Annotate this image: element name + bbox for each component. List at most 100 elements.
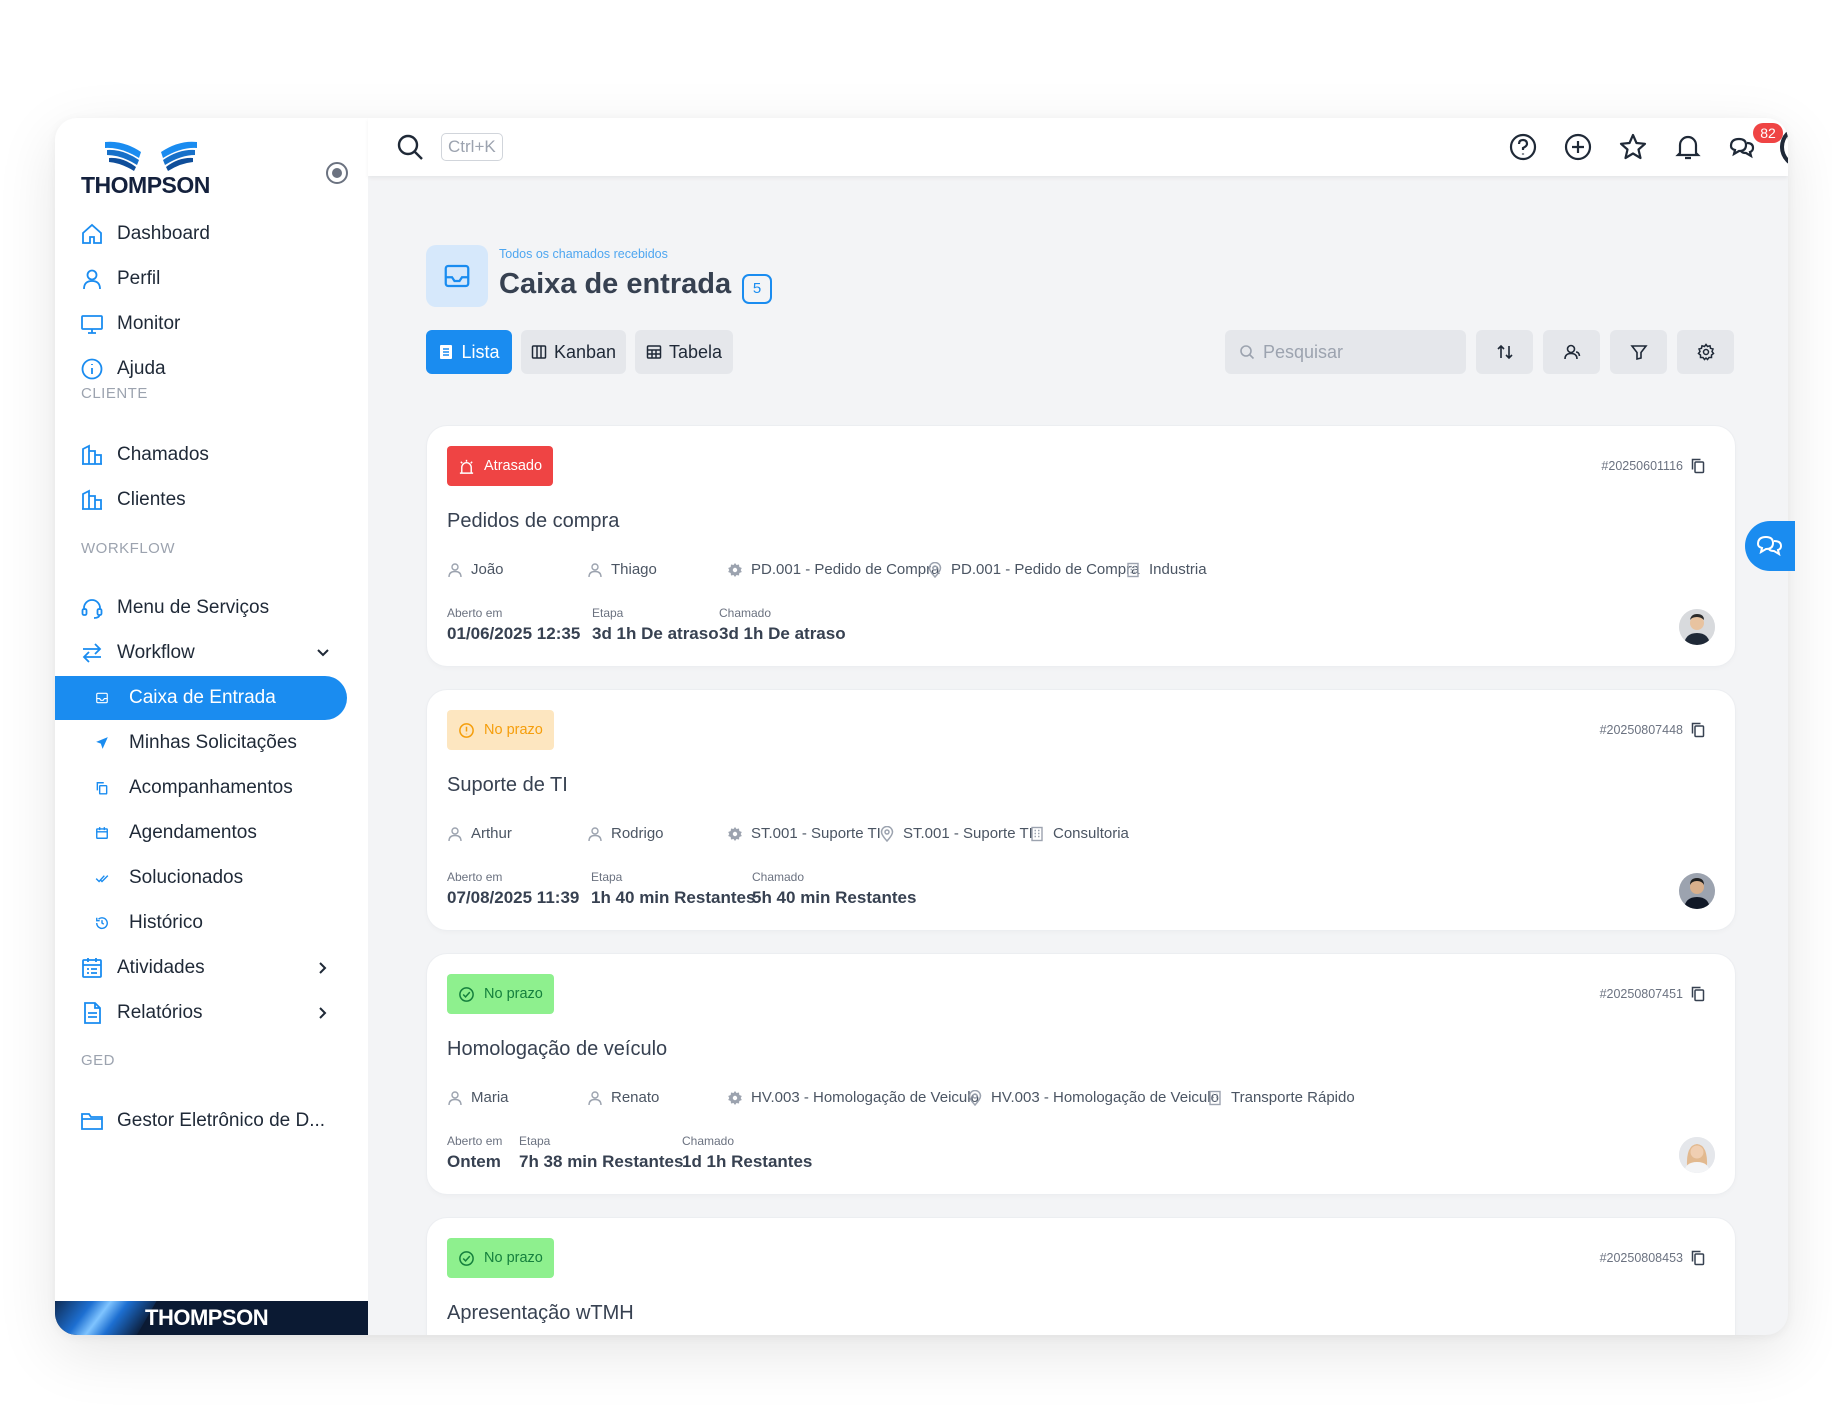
sidebar-item-label: Minhas Solicitações xyxy=(129,732,297,753)
sidebar-item-label: Relatórios xyxy=(117,1002,203,1023)
add-icon[interactable] xyxy=(1563,132,1593,162)
assignee-avatar[interactable] xyxy=(1679,1137,1715,1173)
ticket-title[interactable]: Pedidos de compra xyxy=(447,510,619,533)
inbox-icon xyxy=(89,685,115,711)
star-icon[interactable] xyxy=(1618,132,1648,162)
sidebar: THOMPSON Dashboard Perfil Monitor Ajuda … xyxy=(55,118,368,1335)
help-icon[interactable] xyxy=(1508,132,1538,162)
sidebar-item-monitor[interactable]: Monitor xyxy=(55,302,345,346)
view-table-button[interactable]: Tabela xyxy=(635,330,733,374)
status-label: Atrasado xyxy=(484,458,543,474)
ticket-id-text: #20250807448 xyxy=(1599,723,1683,737)
view-list-button[interactable]: Lista xyxy=(426,330,512,374)
sidebar-item-perfil[interactable]: Perfil xyxy=(55,257,345,301)
assignee-name: Rodrigo xyxy=(611,825,664,842)
ticket-title[interactable]: Suporte de TI xyxy=(447,774,568,797)
sidebar-item-chamados[interactable]: Chamados xyxy=(55,433,345,477)
home-icon xyxy=(79,221,105,247)
chat-fab-button[interactable] xyxy=(1745,521,1795,571)
ticket-title[interactable]: Homologação de veículo xyxy=(447,1038,667,1061)
ticket-card[interactable]: No prazo #20250808453 Apresentação wTMH xyxy=(427,1218,1735,1335)
company-building-icon xyxy=(1209,1090,1221,1105)
assignee-avatar[interactable] xyxy=(1679,873,1715,909)
chevron-down-icon xyxy=(317,649,329,657)
monitor-icon xyxy=(79,311,105,337)
sidebar-item-agendamentos[interactable]: Agendamentos xyxy=(55,811,345,855)
sidebar-item-gestor-eletronico[interactable]: Gestor Eletrônico de D... xyxy=(55,1099,345,1143)
ticket-title[interactable]: Apresentação wTMH xyxy=(447,1302,634,1325)
sidebar-item-minhas-solicitacoes[interactable]: Minhas Solicitações xyxy=(55,721,345,765)
stage-value: 3d 1h De atraso xyxy=(592,624,719,643)
sidebar-item-relatorios[interactable]: Relatórios xyxy=(55,991,345,1035)
sidebar-collapse-toggle[interactable] xyxy=(326,162,348,184)
page-inbox-icon xyxy=(426,245,488,307)
search-icon[interactable] xyxy=(396,133,424,161)
send-icon xyxy=(89,730,115,756)
alarm-icon xyxy=(459,459,474,474)
company-name: Consultoria xyxy=(1053,825,1129,842)
sidebar-item-atividades[interactable]: Atividades xyxy=(55,946,345,990)
chat-icon[interactable] xyxy=(1727,132,1757,162)
ticket-card[interactable]: No prazo #20250807451 Homologação de veí… xyxy=(427,954,1735,1194)
view-kanban-button[interactable]: Kanban xyxy=(521,330,626,374)
sort-button[interactable] xyxy=(1476,330,1533,374)
sidebar-item-dashboard[interactable]: Dashboard xyxy=(55,212,345,256)
breadcrumb[interactable]: Todos os chamados recebidos xyxy=(499,247,668,261)
search-icon xyxy=(1240,345,1255,360)
calendar-icon xyxy=(89,820,115,846)
folder-icon xyxy=(79,1108,105,1134)
user-icon xyxy=(588,1090,602,1105)
status-badge: Atrasado xyxy=(447,446,554,486)
search-shortcut[interactable]: Ctrl+K xyxy=(441,133,503,161)
sidebar-item-historico[interactable]: Histórico xyxy=(55,901,345,945)
status-badge: No prazo xyxy=(447,1238,554,1278)
sidebar-item-solucionados[interactable]: Solucionados xyxy=(55,856,345,900)
copy-icon xyxy=(89,775,115,801)
users-filter-button[interactable] xyxy=(1543,330,1600,374)
alert-circle-icon xyxy=(459,722,474,738)
ticket-id: #20250807448 xyxy=(1600,722,1705,738)
sidebar-item-clientes[interactable]: Clientes xyxy=(55,478,345,522)
inbox-count-badge: 5 xyxy=(742,274,772,304)
ticket-card[interactable]: No prazo #20250807448 Suporte de TI Arth… xyxy=(427,690,1735,930)
check-circle-icon xyxy=(459,986,474,1002)
sidebar-item-label: Monitor xyxy=(117,313,181,334)
ticket-sla-value: 3d 1h De atraso xyxy=(719,624,846,643)
settings-button[interactable] xyxy=(1677,330,1734,374)
location: HV.003 - Homologação de Veiculo xyxy=(967,1089,1219,1106)
sidebar-footer-banner: THOMPSON xyxy=(55,1301,368,1335)
status-label: No prazo xyxy=(484,722,543,738)
copy-icon[interactable] xyxy=(1691,458,1705,474)
company-building-icon xyxy=(1127,562,1139,577)
sidebar-item-acompanhamentos[interactable]: Acompanhamentos xyxy=(55,766,345,810)
assignee-avatar[interactable] xyxy=(1679,609,1715,645)
thompson-logo[interactable]: THOMPSON xyxy=(81,138,221,200)
location: ST.001 - Suporte TI xyxy=(879,825,1033,842)
ticket-card[interactable]: Atrasado #20250601116 Pedidos de compra … xyxy=(427,426,1735,666)
search-field[interactable] xyxy=(1225,330,1466,374)
ticket-sla-label: Chamado xyxy=(719,606,772,620)
bell-icon[interactable] xyxy=(1673,132,1703,162)
copy-icon[interactable] xyxy=(1691,1250,1705,1266)
page-title: Caixa de entrada xyxy=(499,268,732,300)
copy-icon[interactable] xyxy=(1691,722,1705,738)
sidebar-item-menu-servicos[interactable]: Menu de Serviços xyxy=(55,586,345,630)
kanban-icon xyxy=(531,345,547,359)
chat-bubbles-icon xyxy=(1756,535,1783,557)
search-input[interactable] xyxy=(1263,341,1453,363)
requester: Arthur xyxy=(447,825,512,842)
ticket-id: #20250601116 xyxy=(1601,458,1705,474)
logo-wings-icon xyxy=(105,141,197,171)
users-icon xyxy=(1563,344,1580,360)
company: Transporte Rápido xyxy=(1207,1089,1355,1106)
company-name: Transporte Rápido xyxy=(1231,1089,1355,1106)
service-name: HV.003 - Homologação de Veiculo xyxy=(751,1089,979,1106)
status-badge: No prazo xyxy=(447,974,554,1014)
sidebar-item-workflow[interactable]: Workflow xyxy=(55,631,345,675)
filter-icon xyxy=(1629,345,1648,361)
filter-button[interactable] xyxy=(1610,330,1667,374)
copy-icon[interactable] xyxy=(1691,986,1705,1002)
user-icon xyxy=(448,1090,462,1105)
sidebar-item-label: Clientes xyxy=(117,489,186,510)
sidebar-item-caixa-entrada[interactable]: Caixa de Entrada xyxy=(55,676,347,720)
